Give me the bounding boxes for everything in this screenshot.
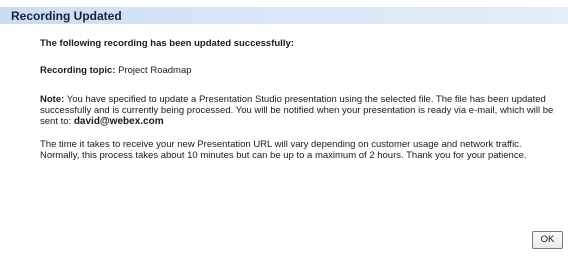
- note-paragraph: Note: You have specified to update a Pre…: [40, 94, 555, 127]
- recording-topic-label: Recording topic:: [40, 65, 116, 76]
- processing-time-paragraph: The time it takes to receive your new Pr…: [40, 139, 527, 161]
- dialog-title: Recording Updated: [11, 9, 122, 23]
- note-label: Note:: [40, 94, 65, 105]
- recording-topic-line: Recording topic: Project Roadmap: [40, 65, 555, 76]
- dialog-content: The following recording has been updated…: [40, 38, 555, 161]
- dialog-titlebar: Recording Updated: [0, 7, 568, 24]
- ok-button[interactable]: OK: [532, 231, 563, 249]
- recording-updated-dialog: Recording Updated The following recordin…: [0, 0, 568, 258]
- intro-text: The following recording has been updated…: [40, 38, 294, 49]
- recording-topic-value: Project Roadmap: [118, 65, 192, 76]
- notification-email: david@webex.com: [73, 116, 164, 127]
